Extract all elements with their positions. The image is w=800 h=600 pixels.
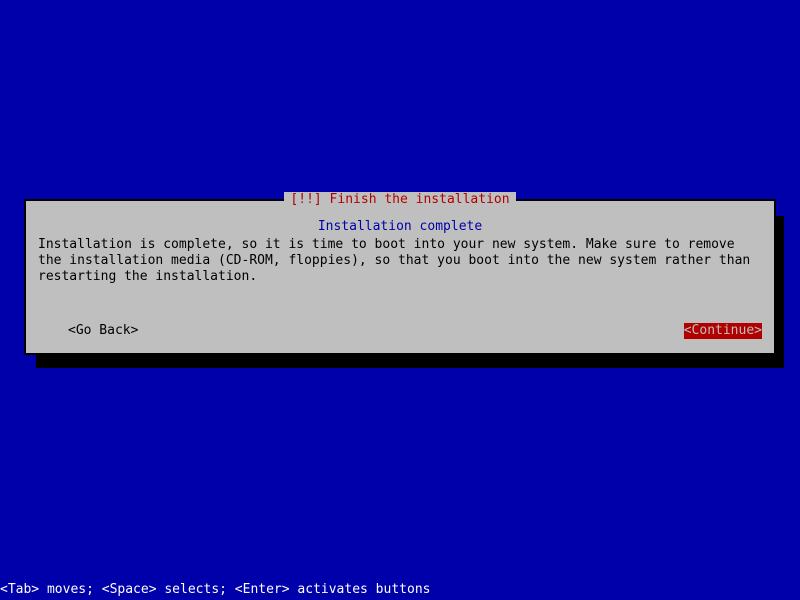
dialog-title-wrap: [!!] Finish the installation: [26, 192, 774, 208]
continue-button[interactable]: <Continue>: [684, 323, 762, 339]
installer-dialog: [!!] Finish the installation Installatio…: [24, 199, 776, 355]
dialog-body-text: Installation is complete, so it is time …: [26, 237, 774, 285]
go-back-button[interactable]: <Go Back>: [38, 323, 138, 339]
dialog-subtitle: Installation complete: [26, 219, 774, 235]
status-bar: <Tab> moves; <Space> selects; <Enter> ac…: [0, 582, 430, 598]
dialog-title: [!!] Finish the installation: [284, 192, 515, 208]
button-row: <Go Back> <Continue>: [38, 323, 762, 339]
